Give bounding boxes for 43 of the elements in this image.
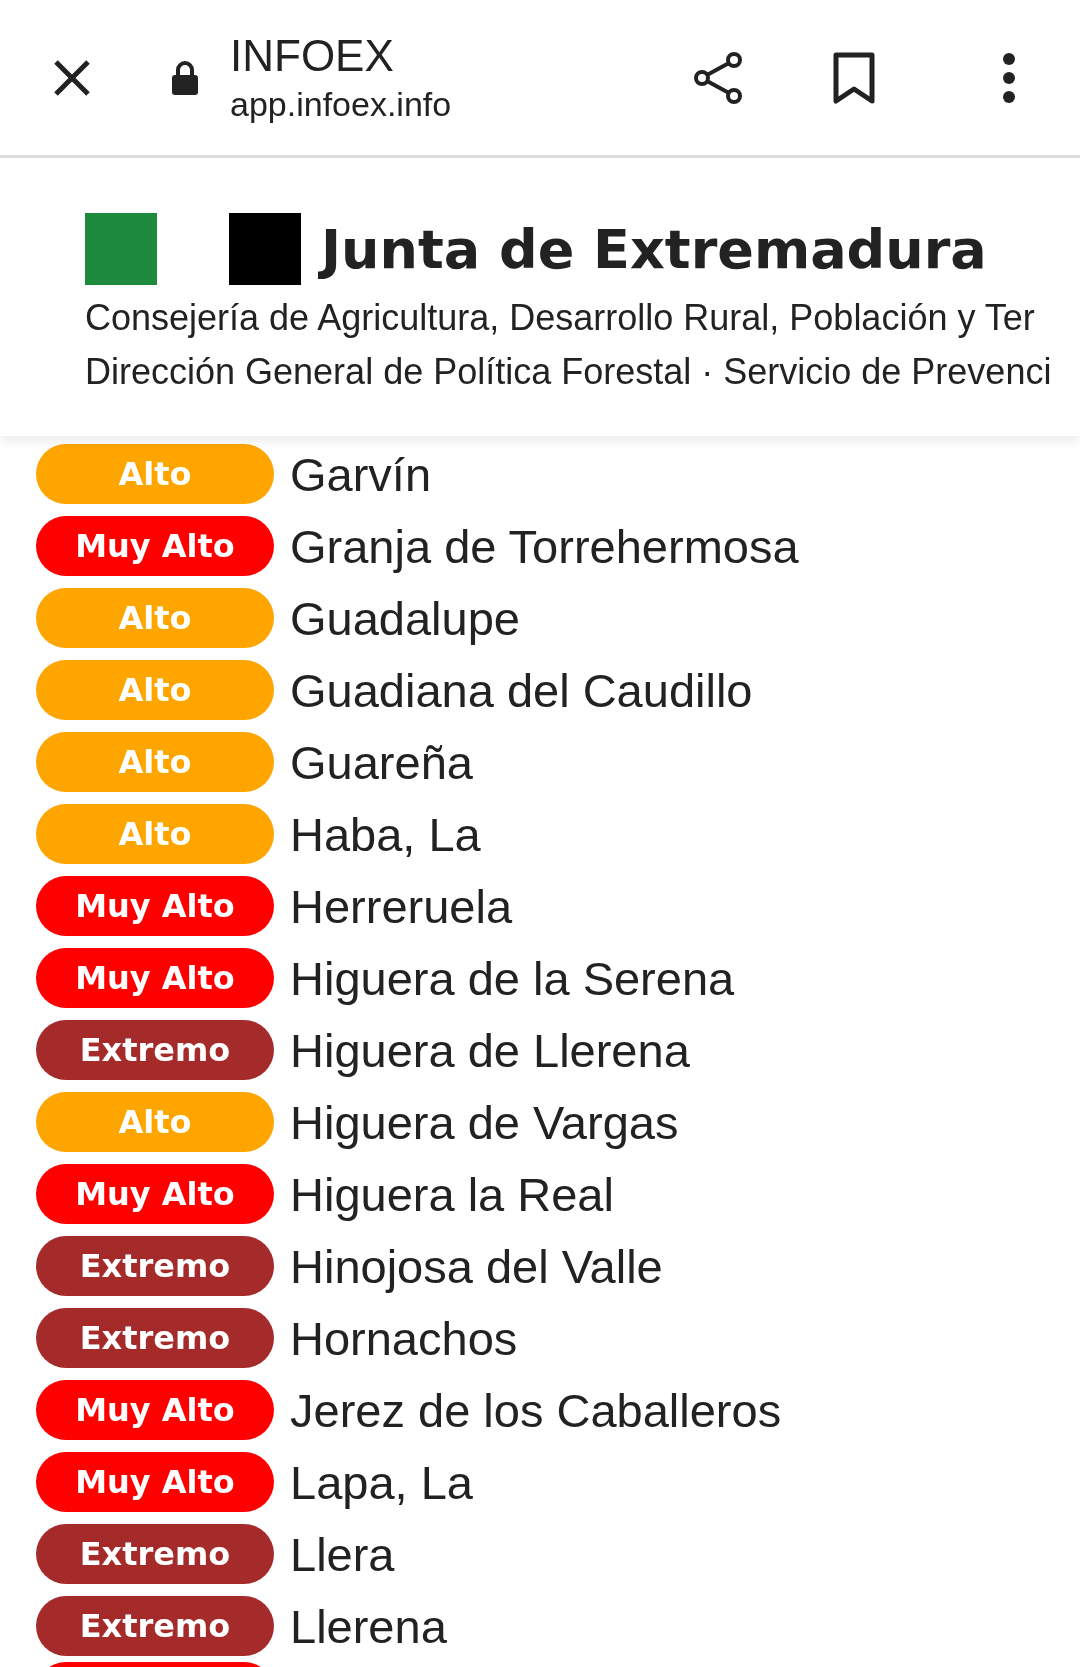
risk-badge: Extremo — [36, 1596, 274, 1656]
municipality-name[interactable]: Higuera la Real — [290, 1166, 614, 1222]
risk-badge: Extremo — [36, 1020, 274, 1080]
risk-badge: Extremo — [36, 1236, 274, 1296]
municipality-name[interactable]: Herreruela — [290, 878, 513, 934]
risk-badge: Muy Alto — [36, 876, 274, 936]
municipality-name[interactable]: Granja de Torrehermosa — [290, 518, 799, 574]
municipality-name[interactable]: Hinojosa del Valle — [290, 1238, 663, 1294]
url-text: app.infoex.info — [230, 83, 453, 125]
risk-badge: Alto — [36, 660, 274, 720]
close-icon[interactable] — [52, 57, 92, 98]
header-subtitle: Dirección General de Política Forestal · Servicio de Prevenci — [85, 350, 1053, 394]
risk-badge: Muy Alto — [36, 1164, 274, 1224]
municipality-name[interactable]: Garvín — [290, 446, 432, 502]
risk-badge: Extremo — [36, 1524, 274, 1584]
risk-badge: Muy Alto — [36, 516, 274, 576]
risk-badge: Alto — [36, 804, 274, 864]
more-icon[interactable] — [1002, 52, 1016, 103]
municipality-name[interactable]: Llerena — [290, 1598, 447, 1654]
header-subtitle: Consejería de Agricultura, Desarrollo Rural, Población y Ter — [85, 296, 1036, 340]
municipality-name[interactable]: Hornachos — [290, 1310, 518, 1366]
bookmark-icon[interactable] — [832, 50, 876, 105]
page-title: INFOEX — [230, 29, 395, 82]
risk-badge: Alto — [36, 444, 274, 504]
lock-icon — [170, 59, 200, 96]
square-logo-icon — [229, 213, 301, 285]
municipality-name[interactable]: Guadalupe — [290, 590, 520, 646]
municipality-name[interactable]: Higuera de Llerena — [290, 1022, 690, 1078]
risk-badge: Alto — [36, 588, 274, 648]
municipality-name[interactable]: Lapa, La — [290, 1454, 473, 1510]
risk-badge: Muy Alto — [36, 1452, 274, 1512]
municipality-name[interactable]: Haba, La — [290, 806, 481, 862]
municipality-name[interactable]: Guadiana del Caudillo — [290, 662, 753, 718]
risk-badge: Alto — [36, 1092, 274, 1152]
risk-badge: Muy Alto — [36, 1380, 274, 1440]
municipality-name[interactable]: Jerez de los Caballeros — [290, 1382, 782, 1438]
municipality-name[interactable]: Higuera de Vargas — [290, 1094, 679, 1150]
risk-badge: Extremo — [36, 1308, 274, 1368]
risk-badge: Alto — [36, 732, 274, 792]
risk-badge: Muy Alto — [36, 948, 274, 1008]
municipality-name[interactable]: Llera — [290, 1526, 395, 1582]
municipality-name[interactable]: Guareña — [290, 734, 473, 790]
municipality-name[interactable]: Higuera de la Serena — [290, 950, 735, 1006]
